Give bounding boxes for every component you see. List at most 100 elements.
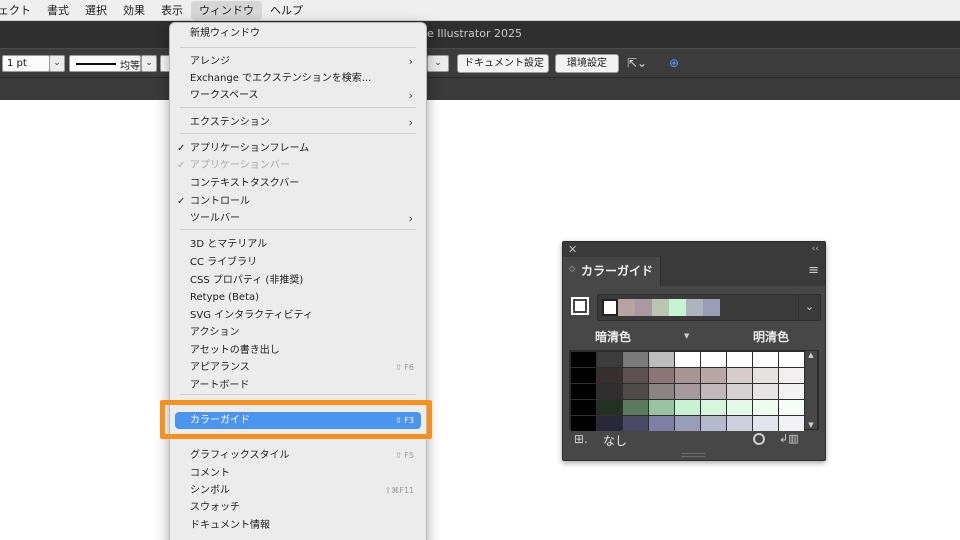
color-variation-cell[interactable] — [571, 384, 596, 399]
color-variation-cell[interactable] — [649, 384, 674, 399]
color-variation-cell[interactable] — [675, 384, 700, 399]
collapse-icon[interactable]: ‹‹ — [812, 243, 819, 256]
base-color-swatch[interactable] — [571, 297, 589, 315]
color-variation-cell[interactable] — [753, 384, 778, 399]
color-variation-cell[interactable] — [753, 368, 778, 383]
color-variation-cell[interactable] — [675, 416, 700, 431]
window-menu-item-10[interactable]: 3D とマテリアル — [170, 236, 426, 253]
harmony-swatch[interactable] — [669, 299, 686, 316]
color-variation-cell[interactable] — [675, 352, 700, 367]
harmony-swatch[interactable] — [686, 299, 703, 316]
color-variation-cell[interactable] — [649, 352, 674, 367]
swatch-library-icon[interactable]: ⊞. — [574, 432, 588, 446]
window-menu-item-24[interactable]: ドキュメント情報 — [170, 517, 426, 534]
tab-color-guide[interactable]: ◇ カラーガイド — [565, 257, 661, 286]
window-menu-item-5[interactable]: ✓ アプリケーションフレーム — [170, 140, 426, 157]
color-variation-cell[interactable] — [597, 352, 622, 367]
window-menu-item-9[interactable]: ツールバー › — [170, 210, 426, 227]
menu-4[interactable]: 表示 — [153, 0, 191, 21]
color-variation-cell[interactable] — [779, 416, 804, 431]
color-variation-cell[interactable] — [623, 352, 648, 367]
chevron-down-icon[interactable]: ⌄ — [798, 295, 820, 320]
panel-menu-icon[interactable]: ≡ — [808, 264, 819, 277]
stroke-weight-dropdown[interactable]: ⌄ — [49, 55, 65, 72]
color-variation-cell[interactable] — [753, 400, 778, 415]
window-menu-item-1[interactable]: アレンジ › — [170, 53, 426, 70]
menu-6[interactable]: ヘルプ — [262, 0, 311, 21]
menu-0[interactable]: ェクト — [0, 0, 39, 21]
color-variation-cell[interactable] — [649, 416, 674, 431]
window-menu-item-16[interactable]: アセットの書き出し — [170, 342, 426, 359]
harmony-swatch[interactable] — [652, 299, 669, 316]
color-variation-cell[interactable] — [597, 400, 622, 415]
variation-dropdown-icon[interactable]: ▼ — [684, 332, 689, 340]
window-menu-item-3[interactable]: ワークスペース › — [170, 87, 426, 104]
window-menu-item-23[interactable]: スウォッチ — [170, 499, 426, 516]
color-variation-cell[interactable] — [649, 368, 674, 383]
window-menu-item-15[interactable]: アクション — [170, 324, 426, 341]
window-menu-item-21[interactable]: コメント — [170, 465, 426, 482]
opacity-dropdown[interactable]: ⌄ — [427, 55, 449, 72]
harmony-rules-select[interactable]: ⌄ — [597, 294, 821, 321]
window-menu-item-22[interactable]: シンボル ⇧⌘F11 — [170, 482, 426, 499]
window-menu-item-7[interactable]: コンテキストタスクバー — [170, 175, 426, 192]
close-icon[interactable]: ✕ — [568, 243, 577, 256]
select-similar-icon[interactable]: ⇱⌄ — [627, 54, 647, 72]
window-menu-item-14[interactable]: SVG インタラクティビティ — [170, 307, 426, 324]
panel-title-bar[interactable]: ✕ ‹‹ — [563, 242, 825, 257]
menu-2[interactable]: 選択 — [77, 0, 115, 21]
color-variation-cell[interactable] — [727, 384, 752, 399]
window-menu-item-2[interactable]: Exchange でエクステンションを検索... — [170, 70, 426, 87]
color-variation-cell[interactable] — [675, 368, 700, 383]
document-setup-button[interactable]: ドキュメント設定 — [457, 54, 549, 73]
color-variation-cell[interactable] — [727, 416, 752, 431]
window-menu-item-20[interactable]: グラフィックスタイル ⇧ F5 — [170, 447, 426, 464]
menu-1[interactable]: 書式 — [39, 0, 77, 21]
color-variation-cell[interactable] — [727, 400, 752, 415]
window-menu-item-8[interactable]: ✓ コントロール — [170, 193, 426, 210]
stroke-profile-dropdown[interactable]: ⌄ — [141, 55, 157, 72]
window-menu-item-4[interactable]: エクステンション › — [170, 114, 426, 131]
grid-scrollbar[interactable]: ▲ ▼ — [805, 351, 817, 429]
color-variation-cell[interactable] — [571, 352, 596, 367]
color-variation-cell[interactable] — [597, 368, 622, 383]
color-variation-cell[interactable] — [623, 368, 648, 383]
menu-5[interactable]: ウィンドウ — [191, 0, 262, 20]
color-variation-cell[interactable] — [571, 416, 596, 431]
color-variation-cell[interactable] — [649, 400, 674, 415]
color-variation-cell[interactable] — [571, 368, 596, 383]
harmony-swatch[interactable] — [635, 299, 652, 316]
save-to-swatch-icon[interactable]: ↲▥ — [779, 432, 799, 445]
scroll-up-icon[interactable]: ▲ — [805, 351, 817, 359]
color-variation-cell[interactable] — [675, 400, 700, 415]
color-variation-cell[interactable] — [623, 384, 648, 399]
color-variation-cell[interactable] — [779, 384, 804, 399]
preferences-button[interactable]: 環境設定 — [555, 54, 619, 73]
color-variation-cell[interactable] — [779, 368, 804, 383]
color-variation-cell[interactable] — [597, 384, 622, 399]
color-variation-cell[interactable] — [701, 400, 726, 415]
color-variation-cell[interactable] — [727, 352, 752, 367]
menu-3[interactable]: 効果 — [115, 0, 153, 21]
harmony-swatch[interactable] — [703, 299, 720, 316]
window-menu-item-11[interactable]: CC ライブラリ — [170, 254, 426, 271]
window-menu-item-0[interactable]: 新規ウィンドウ — [170, 25, 426, 42]
harmony-swatch[interactable] — [618, 299, 635, 316]
color-variation-cell[interactable] — [753, 352, 778, 367]
color-variation-cell[interactable] — [779, 352, 804, 367]
window-menu-item-13[interactable]: Retype (Beta) — [170, 289, 426, 306]
stroke-profile-select[interactable]: 均等 — [69, 55, 141, 72]
resize-grip[interactable] — [681, 453, 705, 457]
color-variation-cell[interactable] — [597, 416, 622, 431]
stroke-weight-field[interactable]: 1 pt — [2, 55, 50, 72]
color-variation-cell[interactable] — [571, 400, 596, 415]
color-variation-cell[interactable] — [701, 384, 726, 399]
edit-colors-icon[interactable] — [753, 433, 765, 445]
color-variation-cell[interactable] — [779, 400, 804, 415]
window-menu-item-17[interactable]: アピアランス ⇧ F6 — [170, 359, 426, 376]
color-variation-cell[interactable] — [623, 400, 648, 415]
window-menu-item-18[interactable]: アートボード — [170, 377, 426, 394]
window-menu-item-12[interactable]: CSS プロパティ (非推奨) — [170, 272, 426, 289]
color-variation-cell[interactable] — [623, 416, 648, 431]
color-variation-cell[interactable] — [701, 352, 726, 367]
